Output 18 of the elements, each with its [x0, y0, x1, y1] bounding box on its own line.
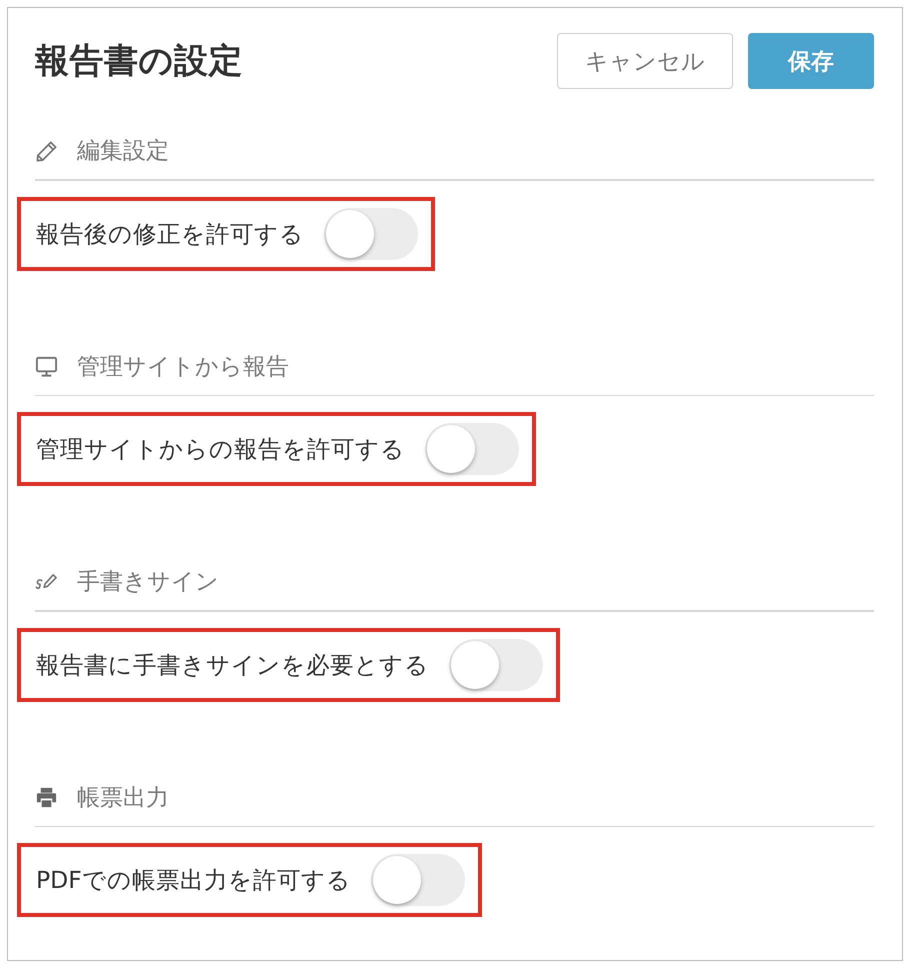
printer-icon: [35, 786, 58, 809]
cancel-button[interactable]: キャンセル: [557, 33, 733, 89]
save-button[interactable]: 保存: [748, 33, 874, 89]
toggle-switch[interactable]: [449, 638, 543, 690]
setting-label: 報告書に手書きサインを必要とする: [36, 650, 429, 680]
section-heading: 手書きサイン: [77, 568, 219, 597]
section-heading: 帳票出力: [77, 784, 169, 812]
pencil-icon: [35, 140, 58, 162]
page-title: 報告書の設定: [35, 40, 243, 83]
toggle-switch[interactable]: [370, 854, 465, 906]
section-heading: 管理サイトから報告: [77, 352, 289, 382]
setting-label: PDFでの帳票出力を許可する: [36, 865, 351, 896]
setting-label: 管理サイトからの報告を許可する: [36, 434, 405, 465]
monitor-icon: [35, 355, 58, 378]
setting-label: 報告後の修正を許可する: [36, 218, 304, 250]
toggle-switch[interactable]: [425, 423, 519, 475]
toggle-switch[interactable]: [324, 208, 418, 260]
section-heading: 編集設定: [77, 137, 169, 166]
